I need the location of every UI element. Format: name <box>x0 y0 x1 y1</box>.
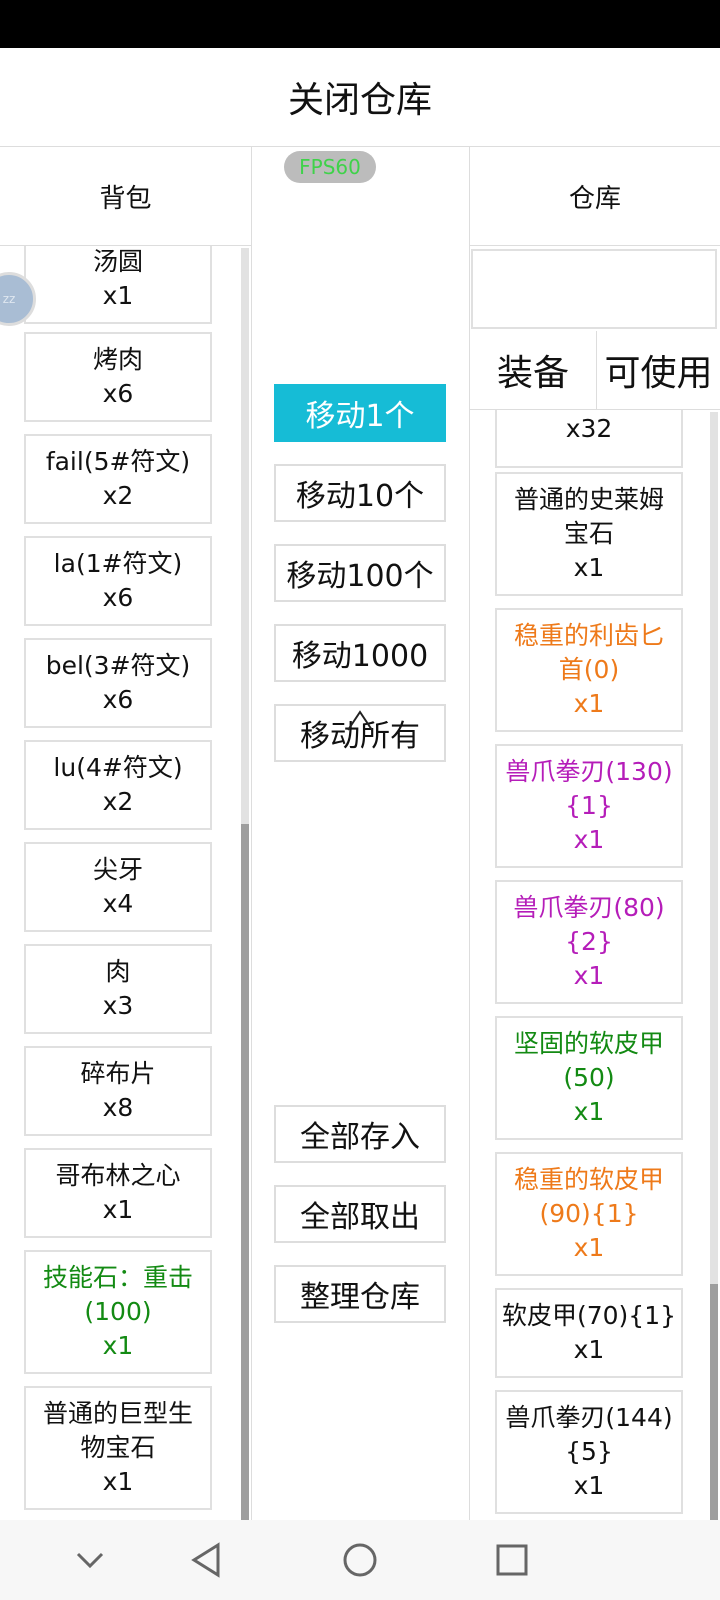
item-name: 坚固的软皮甲 <box>513 1029 664 1058</box>
item-qty: x8 <box>102 1093 134 1122</box>
backpack-item[interactable]: fail(5#符文) x2 <box>24 434 212 524</box>
item-qty: x1 <box>102 281 134 310</box>
warehouse-item[interactable]: 软皮甲(70){1} x1 <box>495 1288 683 1378</box>
item-name-cont: {5} <box>565 1437 613 1466</box>
backpack-title: 背包 <box>99 183 152 214</box>
warehouse-item[interactable]: 坚固的软皮甲 (50) x1 <box>495 1016 683 1140</box>
item-qty: x6 <box>102 685 134 714</box>
tab-equipment[interactable]: 装备 <box>470 331 597 410</box>
item-name: fail(5#符文) <box>45 447 191 476</box>
item-name: 普通的史莱姆 <box>513 485 664 514</box>
backpack-item[interactable]: 普通的巨型生 物宝石 x1 <box>24 1386 212 1510</box>
backpack-item[interactable]: bel(3#符文) x6 <box>24 638 212 728</box>
backpack-header: 背包 <box>0 147 251 246</box>
item-name: 汤圆 <box>92 247 143 276</box>
warehouse-search-field[interactable] <box>471 249 717 329</box>
item-qty: x2 <box>102 787 134 816</box>
withdraw-all-button[interactable]: 全部取出 <box>274 1185 446 1243</box>
item-name: 烤肉 <box>92 345 143 374</box>
recents-square-icon[interactable] <box>492 1540 532 1580</box>
item-name-cont: (100) <box>84 1297 152 1326</box>
tab-usable[interactable]: 可使用 <box>597 331 720 410</box>
move-10-button[interactable]: 移动10个 <box>274 464 446 522</box>
warehouse-header: 仓库 <box>470 147 720 246</box>
backpack-scrollbar-thumb[interactable] <box>241 824 249 1520</box>
home-circle-icon[interactable] <box>340 1540 380 1580</box>
item-name: lu(4#符文) <box>53 753 183 782</box>
warehouse-item[interactable]: 兽爪拳刃(80) {2} x1 <box>495 880 683 1004</box>
backpack-item[interactable]: la(1#符文) x6 <box>24 536 212 626</box>
item-name: 哥布林之心 <box>55 1161 181 1190</box>
item-name: bel(3#符文) <box>45 651 191 680</box>
item-qty: x3 <box>102 991 134 1020</box>
warehouse-scrollbar-thumb[interactable] <box>710 1284 718 1520</box>
chevron-down-icon[interactable] <box>70 1540 110 1580</box>
item-name: 尖牙 <box>92 855 143 884</box>
item-qty: x1 <box>102 1331 134 1360</box>
item-qty: x1 <box>573 553 605 582</box>
move-1000-button[interactable]: 移动1000 <box>274 624 446 682</box>
warehouse-item[interactable]: 稳重的利齿匕 首(0) x1 <box>495 608 683 732</box>
item-name: 兽爪拳刃(144) <box>505 1403 673 1432</box>
back-triangle-icon[interactable] <box>186 1540 226 1580</box>
column-divider <box>251 147 252 1520</box>
move-1-button[interactable]: 移动1个 <box>274 384 446 442</box>
warehouse-title: 仓库 <box>568 183 621 214</box>
deposit-all-button[interactable]: 全部存入 <box>274 1105 446 1163</box>
backpack-item[interactable]: 碎布片 x8 <box>24 1046 212 1136</box>
item-name-cont: 宝石 <box>563 519 614 548</box>
cursor-caret-icon <box>347 710 373 731</box>
item-name: 碎布片 <box>80 1059 156 1088</box>
item-qty: x4 <box>102 889 134 918</box>
header-title: 关闭仓库 <box>287 80 432 121</box>
backpack-item[interactable]: 技能石：重击 (100) x1 <box>24 1250 212 1374</box>
warehouse-item[interactable]: x32 <box>495 410 683 468</box>
item-qty: x1 <box>573 689 605 718</box>
close-warehouse-button[interactable]: 关闭仓库 <box>0 48 720 147</box>
item-name: 肉 <box>105 957 131 986</box>
item-qty: x1 <box>102 1195 134 1224</box>
item-name: 软皮甲(70){1} <box>501 1301 677 1330</box>
item-name-cont: 物宝石 <box>80 1433 156 1462</box>
item-qty: x1 <box>102 1467 134 1496</box>
backpack-item[interactable]: 烤肉 x6 <box>24 332 212 422</box>
item-name: 技能石：重击 <box>42 1263 193 1292</box>
fps-badge: FPS60 <box>284 151 376 183</box>
backpack-item[interactable]: lu(4#符文) x2 <box>24 740 212 830</box>
item-name: 稳重的利齿匕 <box>513 621 664 650</box>
item-qty: x1 <box>573 961 605 990</box>
item-name-cont: (90){1} <box>539 1199 639 1228</box>
item-qty: x1 <box>573 825 605 854</box>
item-qty: x1 <box>573 1233 605 1262</box>
status-bar <box>0 0 720 48</box>
item-name-cont: {1} <box>565 791 613 820</box>
warehouse-item[interactable]: 兽爪拳刃(144) {5} x1 <box>495 1390 683 1514</box>
item-qty: x32 <box>565 414 613 443</box>
warehouse-item[interactable]: 兽爪拳刃(130) {1} x1 <box>495 744 683 868</box>
item-qty: x2 <box>102 481 134 510</box>
item-name-cont: (50) <box>563 1063 615 1092</box>
item-name: 普通的巨型生 <box>42 1399 193 1428</box>
item-qty: x1 <box>573 1097 605 1126</box>
item-name-cont: {2} <box>565 927 613 956</box>
item-name: 兽爪拳刃(80) <box>513 893 665 922</box>
backpack-item[interactable]: 哥布林之心 x1 <box>24 1148 212 1238</box>
item-qty: x1 <box>573 1335 605 1364</box>
backpack-list[interactable]: 汤圆 x1 烤肉 x6 fail(5#符文) x2 la(1#符文) x6 be… <box>0 246 251 1520</box>
item-qty: x6 <box>102 379 134 408</box>
item-name: 兽爪拳刃(130) <box>505 757 673 786</box>
move-100-button[interactable]: 移动100个 <box>274 544 446 602</box>
item-qty: x1 <box>573 1471 605 1500</box>
item-qty: x6 <box>102 583 134 612</box>
warehouse-item[interactable]: 稳重的软皮甲 (90){1} x1 <box>495 1152 683 1276</box>
warehouse-list[interactable]: x32 普通的史莱姆 宝石 x1 稳重的利齿匕 首(0) x1 兽爪拳刃(130… <box>470 410 720 1520</box>
item-name: 稳重的软皮甲 <box>513 1165 664 1194</box>
item-name: la(1#符文) <box>53 549 183 578</box>
backpack-item[interactable]: 肉 x3 <box>24 944 212 1034</box>
item-name-cont: 首(0) <box>558 655 620 684</box>
warehouse-item[interactable]: 普通的史莱姆 宝石 x1 <box>495 472 683 596</box>
backpack-item[interactable]: 汤圆 x1 <box>24 246 212 324</box>
backpack-item[interactable]: 尖牙 x4 <box>24 842 212 932</box>
sort-warehouse-button[interactable]: 整理仓库 <box>274 1265 446 1323</box>
